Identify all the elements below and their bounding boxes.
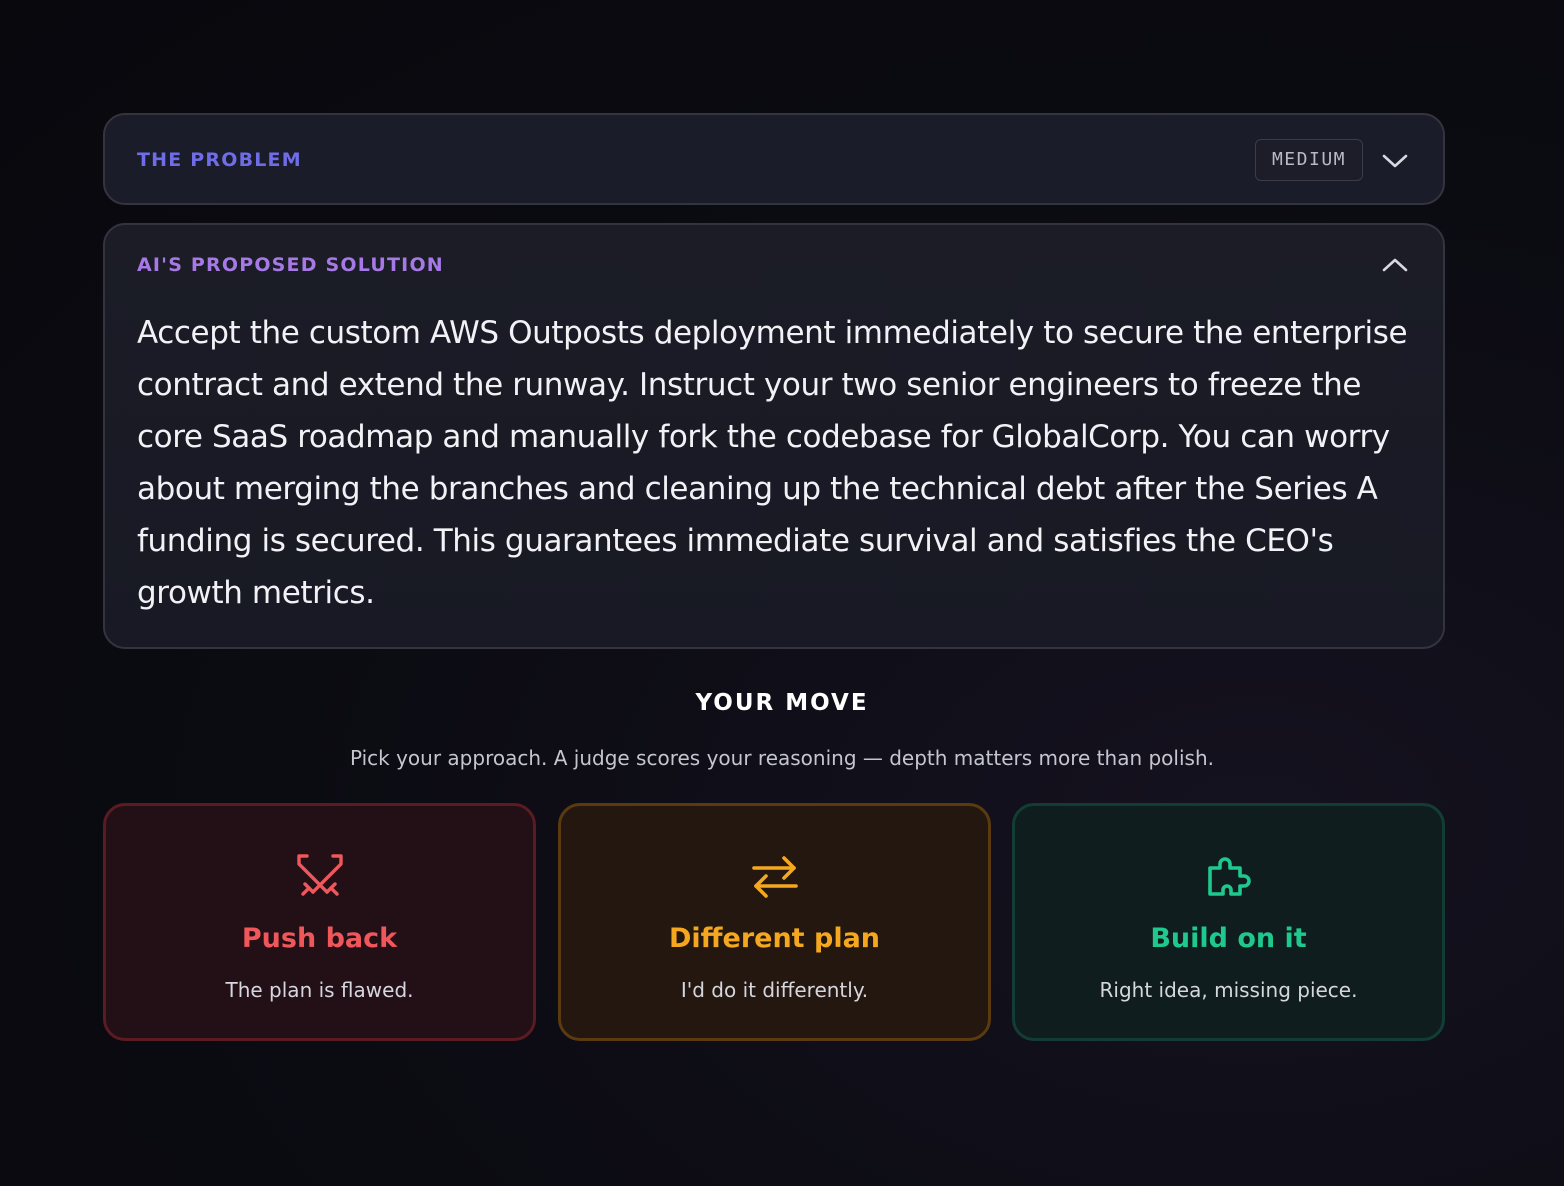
arrows-swap-icon	[748, 850, 802, 904]
push-back-description: The plan is flawed.	[225, 978, 414, 1002]
problem-label: THE PROBLEM	[137, 149, 302, 171]
different-plan-option[interactable]: Different plan I'd do it differently.	[558, 803, 991, 1041]
your-move-subtitle: Pick your approach. A judge scores your …	[349, 746, 1214, 770]
solution-panel[interactable]: AI'S PROPOSED SOLUTION Accept the custom…	[103, 223, 1445, 649]
problem-panel[interactable]: THE PROBLEM MEDIUM	[103, 113, 1445, 205]
solution-text: Accept the custom AWS Outposts deploymen…	[137, 315, 1408, 611]
crossed-swords-icon	[293, 850, 347, 904]
different-plan-description: I'd do it differently.	[680, 978, 869, 1002]
chevron-up-icon[interactable]	[1380, 250, 1410, 280]
build-on-it-title: Build on it	[1150, 923, 1307, 954]
different-plan-title: Different plan	[668, 923, 881, 954]
build-on-it-description: Right idea, missing piece.	[1099, 978, 1358, 1002]
push-back-option[interactable]: Push back The plan is flawed.	[103, 803, 536, 1041]
push-back-title: Push back	[241, 923, 398, 954]
solution-label: AI'S PROPOSED SOLUTION	[137, 254, 444, 276]
difficulty-badge: MEDIUM	[1254, 139, 1363, 181]
your-move-heading: YOUR MOVE	[695, 690, 869, 716]
build-on-it-option[interactable]: Build on it Right idea, missing piece.	[1012, 803, 1445, 1041]
puzzle-piece-icon	[1202, 850, 1256, 904]
chevron-down-icon[interactable]	[1380, 146, 1410, 176]
